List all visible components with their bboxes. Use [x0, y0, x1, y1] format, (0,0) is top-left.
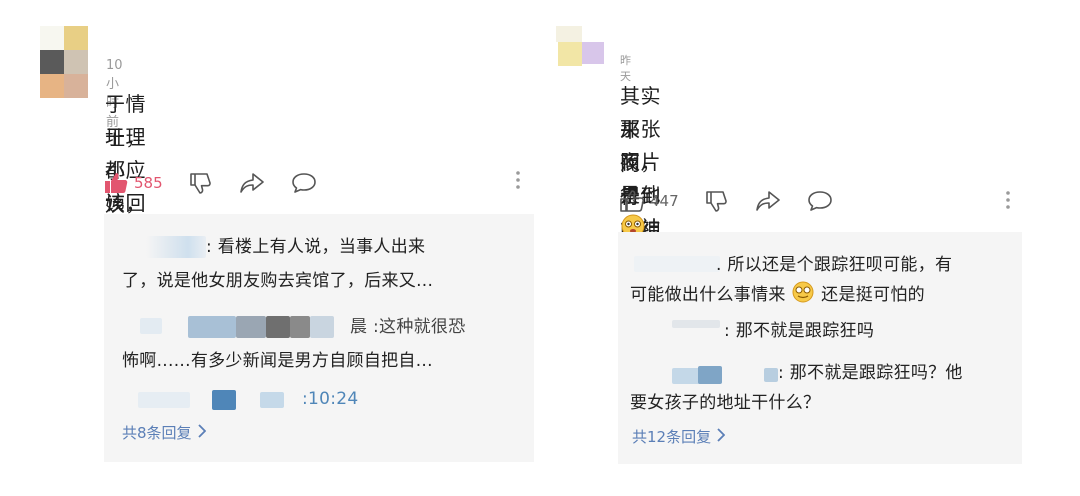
chevron-right-icon: [717, 427, 726, 446]
emoji-icon: [791, 281, 815, 313]
reply-text-part: 还是挺可怕的: [821, 285, 925, 305]
blurred-username: [310, 316, 334, 338]
view-all-replies-link[interactable]: 共8条回复: [122, 422, 206, 443]
blurred-username: [764, 368, 778, 382]
blurred-username: [236, 316, 266, 338]
reply-text-part: 可能做出什么事情来: [630, 285, 786, 305]
share-button[interactable]: [755, 190, 781, 212]
more-icon[interactable]: [512, 170, 524, 194]
like-count: 585: [134, 174, 163, 192]
blurred-username: [290, 316, 310, 338]
reply-button[interactable]: [291, 172, 317, 194]
reply-button[interactable]: [807, 190, 833, 212]
thumb-up-icon: [104, 172, 128, 194]
view-all-replies-link[interactable]: 共12条回复: [632, 426, 726, 447]
share-icon: [755, 190, 781, 212]
share-icon: [239, 172, 265, 194]
comment-icon: [807, 190, 833, 212]
blurred-username: [672, 320, 720, 328]
view-all-replies-label: 共8条回复: [122, 424, 192, 442]
reply-text-line: . 所以还是个跟踪狂呗可能，有: [716, 255, 953, 275]
reply-text-line: : 看楼上有人说，当事人出来: [206, 237, 426, 257]
like-count: 447: [650, 192, 679, 210]
more-icon[interactable]: [1002, 190, 1014, 214]
replies-box: : 看楼上有人说，当事人出来 了，说是他女朋友购去宾馆了，后来又... 晨 :这…: [104, 214, 534, 462]
reply-text-line: 了，说是他女朋友购去宾馆了，后来又...: [122, 271, 434, 291]
blurred-username: [698, 366, 722, 384]
blurred-username: [634, 256, 720, 272]
thumb-down-icon: [705, 190, 729, 212]
chevron-right-icon: [197, 423, 206, 442]
avatar[interactable]: [34, 26, 90, 98]
comment-actions: 447: [620, 190, 859, 212]
thumb-up-icon: [620, 190, 644, 212]
avatar-pixel: [40, 74, 64, 98]
blurred-username: [138, 392, 190, 408]
reply-text-line: : 那不就是跟踪狂吗: [724, 321, 875, 341]
share-button[interactable]: [239, 172, 265, 194]
reply-text-line: 要女孩子的地址干什么？: [630, 393, 821, 413]
reply-text-line: 怖啊......有多少新闻是男方自顾自把自...: [122, 351, 433, 371]
avatar-pixel: [556, 26, 582, 42]
avatar-pixel: [582, 42, 604, 64]
blurred-username: [266, 316, 290, 338]
avatar-pixel: [558, 42, 582, 66]
avatar[interactable]: [556, 26, 606, 68]
view-all-replies-label: 共12条回复: [632, 428, 712, 446]
thumb-down-icon: [189, 172, 213, 194]
avatar-pixel: [64, 74, 88, 98]
comment-icon: [291, 172, 317, 194]
dislike-button[interactable]: [189, 172, 213, 194]
blurred-username: [140, 318, 162, 334]
like-button[interactable]: 447: [620, 190, 679, 212]
reply-time: :10:24: [302, 389, 359, 409]
like-button[interactable]: 585: [104, 172, 163, 194]
blurred-username: [260, 392, 284, 408]
reply-text-line: : 那不就是跟踪狂吗？他: [778, 363, 963, 383]
replies-box: . 所以还是个跟踪狂呗可能，有 可能做出什么事情来 还是挺可怕的 : 那不就是跟…: [618, 232, 1022, 464]
avatar-pixel: [40, 50, 64, 74]
comment-actions: 585: [104, 172, 343, 194]
blurred-username: [146, 236, 206, 258]
reply-text-line: 可能做出什么事情来 还是挺可怕的: [630, 280, 925, 313]
avatar-pixel: [40, 26, 64, 50]
avatar-pixel: [64, 50, 88, 74]
blurred-username: [212, 390, 236, 410]
reply-text-line: 晨 :这种就很恐: [350, 317, 466, 337]
blurred-username: [188, 316, 236, 338]
avatar-pixel: [64, 26, 88, 50]
dislike-button[interactable]: [705, 190, 729, 212]
